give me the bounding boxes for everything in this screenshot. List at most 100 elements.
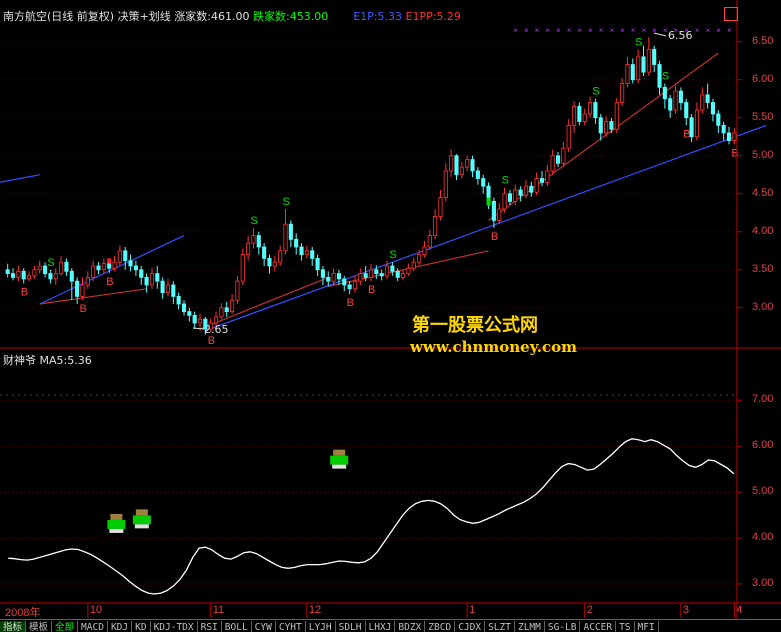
candle-body [684,102,689,119]
candle-body [545,170,550,183]
candle-body [582,113,587,122]
candle-body [705,94,710,103]
candle-body [251,235,256,244]
candle-body [646,48,651,73]
candle-body [326,276,331,282]
tab-cyw[interactable]: CYW [252,621,276,632]
candle-body [342,278,347,286]
candle-body [69,270,74,282]
candle-body [614,102,619,130]
sub-tick-label: 3.00 [752,576,774,589]
candle-body [331,273,336,282]
tab-boll[interactable]: BOLL [222,621,252,632]
candle-body [187,311,192,316]
candle-body [566,124,571,149]
price-tick-label: 6.00 [752,72,774,85]
tab-模板[interactable]: 模板 [26,621,53,632]
tab-zbcd[interactable]: ZBCD [425,621,456,632]
time-tick-label: 1 [469,604,476,616]
candle-body [176,295,181,305]
buy-signal: B [106,276,113,288]
candle-body [358,273,363,282]
candle-body [155,273,160,282]
candle-body [197,318,203,324]
tab-mfi[interactable]: MFI [635,621,659,632]
candle-body [363,273,368,278]
price-tick-label: 4.00 [752,224,774,237]
e1p-value: E1P:5.33 [353,10,402,23]
maximize-button[interactable] [724,7,738,21]
candle-body [10,273,16,278]
sell-signal: S [283,196,290,208]
sub-header: 财神爷 MA5:5.36 [3,352,92,368]
buy-signal: B [491,231,498,243]
candle-body [262,246,267,259]
tab-accer[interactable]: ACCER [580,621,617,632]
time-tick-label: 12 [308,604,322,616]
candle-body [481,178,486,187]
candle-body [294,238,299,248]
price-tick-label: 3.00 [752,300,774,313]
buy-signal: B [731,147,738,159]
candle-body [283,223,288,252]
candle-body [700,94,705,111]
candle-body [555,155,561,164]
tab-sdlh[interactable]: SDLH [336,621,366,632]
candle-body [539,178,545,183]
sub-indicator-name[interactable]: 财神爷 [3,354,36,367]
candle-body [550,155,555,172]
candle-body [128,260,133,267]
trend-line [0,174,40,183]
tab-kdj[interactable]: KDJ [108,621,133,632]
tab-ts[interactable]: TS [616,621,635,632]
candle-body [160,280,165,293]
sell-signal: S [635,36,642,48]
candle-body [673,90,678,111]
tab-slzt[interactable]: SLZT [485,621,515,632]
candle-body [379,273,384,277]
trend-line [199,276,329,330]
candle-body [417,254,422,263]
tab-cjdx[interactable]: CJDX [455,621,486,632]
candle-body [171,284,176,297]
candle-body [368,269,374,278]
sub-tick-label: 7.00 [752,393,774,406]
sell-signal: S [250,215,257,227]
tab-rsi[interactable]: RSI [198,621,222,632]
candle-body [678,90,683,103]
tab-bdzx[interactable]: BDZX [395,621,426,632]
candle-body [625,64,630,84]
tab-全部[interactable]: 全部 [52,621,79,632]
candle-body [246,242,251,255]
price-tick-label: 5.50 [752,110,774,123]
buy-signal: B [208,335,215,347]
candle-body [502,193,507,210]
top-marker: × [513,26,518,35]
candle-body [149,273,154,286]
tab-lhxj[interactable]: LHXJ [366,621,396,632]
tab-sg-lb[interactable]: SG-LB [545,621,581,632]
sell-signal: S [47,257,54,269]
tab-lyjh[interactable]: LYJH [306,621,336,632]
money-icon [132,515,151,525]
candle-body [240,254,245,282]
tab-kd[interactable]: KD [132,621,151,632]
candle-body [438,197,443,217]
candle-body [491,200,496,221]
buy-signal: B [347,297,354,309]
tab-zlmm[interactable]: ZLMM [515,621,545,632]
tab-cyht[interactable]: CYHT [276,621,306,632]
candle-body [230,299,235,312]
tab-macd[interactable]: MACD [78,621,108,632]
tab-kdj-tdx[interactable]: KDJ-TDX [151,621,198,632]
top-marker: × [556,26,561,35]
candle-body [91,265,96,278]
candle-body [384,265,390,277]
stock-title[interactable]: 南方航空(日线 前复权) [3,10,114,23]
candle-body [304,250,309,255]
candle-body [710,102,716,115]
candle-body [320,269,325,278]
tab-指标[interactable]: 指标 [0,621,27,632]
candle-body [571,105,577,126]
trend-lines [0,52,767,332]
